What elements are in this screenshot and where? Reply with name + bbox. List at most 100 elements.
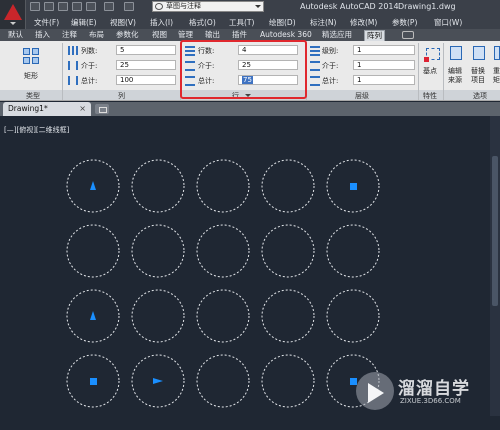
- panel-title-type: 类型: [26, 92, 40, 100]
- reset-matrix-icon[interactable]: [493, 45, 500, 63]
- watermark-subtext: ZIXUE.3D66.COM: [400, 397, 461, 405]
- document-tab[interactable]: Drawing1* ×: [3, 102, 91, 116]
- tab-view[interactable]: 视图: [150, 30, 169, 41]
- vertical-scrollbar[interactable]: [490, 116, 500, 416]
- menu-format[interactable]: 格式(O): [189, 17, 216, 28]
- array-circle[interactable]: [131, 224, 185, 278]
- tab-default[interactable]: 默认: [6, 30, 25, 41]
- reset-matrix-label[interactable]: 重置 矩: [493, 67, 500, 85]
- tab-array[interactable]: 阵列: [364, 30, 385, 41]
- menu-tools[interactable]: 工具(T): [229, 17, 254, 28]
- chevron-down-icon: [255, 5, 261, 8]
- rectangular-button-label[interactable]: 矩形: [24, 71, 38, 81]
- array-circle[interactable]: [196, 354, 250, 408]
- array-circle[interactable]: [326, 224, 380, 278]
- menu-window[interactable]: 窗口(W): [434, 17, 462, 28]
- array-circle[interactable]: [131, 159, 185, 213]
- menu-file[interactable]: 文件(F): [34, 17, 59, 28]
- panel-divider: [443, 43, 444, 100]
- array-circle[interactable]: [196, 159, 250, 213]
- menu-bar: 文件(F) 编辑(E) 视图(V) 插入(I) 格式(O) 工具(T) 绘图(D…: [26, 14, 500, 29]
- app-title: Autodesk AutoCAD 2014: [300, 2, 399, 11]
- base-point-icon[interactable]: [424, 46, 444, 64]
- panel-title-levels: 层级: [355, 92, 369, 100]
- array-circle[interactable]: [261, 159, 315, 213]
- menu-modify[interactable]: 修改(M): [350, 17, 377, 28]
- level-count-icon: [310, 46, 321, 56]
- level-spacing-icon: [310, 61, 321, 71]
- application-menu-button[interactable]: [0, 0, 26, 30]
- redo-icon[interactable]: [124, 2, 134, 11]
- print-icon[interactable]: [86, 2, 96, 11]
- menu-view[interactable]: 视图(V): [110, 17, 136, 28]
- tab-annotate[interactable]: 注释: [60, 30, 79, 41]
- menu-insert[interactable]: 插入(I): [150, 17, 173, 28]
- column-count-label: 列数:: [81, 47, 98, 55]
- save-as-icon[interactable]: [72, 2, 82, 11]
- column-spacing-input[interactable]: 25: [116, 60, 176, 70]
- grip-triangle-up-icon[interactable]: [90, 181, 96, 190]
- array-circle[interactable]: [326, 289, 380, 343]
- level-count-label: 级别:: [322, 47, 339, 55]
- rectangular-array-icon[interactable]: [23, 48, 43, 66]
- panel-title-columns: 列: [118, 92, 125, 100]
- edit-source-icon[interactable]: [449, 45, 463, 63]
- column-spacing-icon: [68, 61, 79, 70]
- level-total-icon: [310, 76, 321, 86]
- grip-triangle-up-icon[interactable]: [90, 311, 96, 320]
- array-circle[interactable]: [196, 289, 250, 343]
- menu-parametric[interactable]: 参数(P): [392, 17, 417, 28]
- tab-featured-apps[interactable]: 精选应用: [320, 30, 354, 41]
- watermark-text: 溜溜自学: [398, 379, 470, 399]
- column-total-icon: [68, 76, 79, 85]
- open-icon[interactable]: [44, 2, 54, 11]
- replace-item-icon[interactable]: [472, 45, 486, 63]
- array-circle[interactable]: [261, 354, 315, 408]
- undo-icon[interactable]: [104, 2, 114, 11]
- title-bar: 草图与注释 Autodesk AutoCAD 2014 Drawing1.dwg: [0, 0, 500, 14]
- level-total-label: 总计:: [322, 77, 339, 85]
- tab-layout[interactable]: 布局: [87, 30, 106, 41]
- autocad-window: 草图与注释 Autodesk AutoCAD 2014 Drawing1.dwg…: [0, 0, 500, 430]
- grip-triangle-right-icon[interactable]: [153, 378, 163, 384]
- column-total-input[interactable]: 100: [116, 75, 176, 85]
- array-circle[interactable]: [131, 289, 185, 343]
- save-icon[interactable]: [58, 2, 68, 11]
- workspace-label: 草图与注释: [166, 2, 201, 10]
- level-total-input[interactable]: 1: [353, 75, 415, 85]
- ribbon-minimize-icon[interactable]: [402, 31, 414, 39]
- autocad-logo-icon: [4, 4, 22, 20]
- replace-item-label[interactable]: 替换 项目: [471, 67, 485, 85]
- array-circle[interactable]: [66, 224, 120, 278]
- column-count-input[interactable]: 5: [116, 45, 176, 55]
- panel-title-properties: 特性: [423, 92, 437, 100]
- level-count-input[interactable]: 1: [353, 45, 415, 55]
- level-spacing-input[interactable]: 1: [353, 60, 415, 70]
- grip-square-icon[interactable]: [350, 183, 357, 190]
- menu-draw[interactable]: 绘图(D): [269, 17, 296, 28]
- workspace-dropdown[interactable]: 草图与注释: [152, 1, 264, 12]
- new-icon[interactable]: [30, 2, 40, 11]
- column-spacing-label: 介于:: [81, 62, 98, 70]
- level-spacing-label: 介于:: [322, 62, 339, 70]
- menu-dimension[interactable]: 标注(N): [310, 17, 336, 28]
- tab-insert[interactable]: 插入: [33, 30, 52, 41]
- scrollbar-thumb[interactable]: [492, 156, 498, 306]
- tab-parametric[interactable]: 参数化: [114, 30, 141, 41]
- column-total-label: 总计:: [81, 77, 98, 85]
- edit-source-label[interactable]: 编辑 来源: [448, 67, 462, 85]
- array-circle[interactable]: [261, 289, 315, 343]
- watermark-logo: [356, 372, 394, 410]
- play-icon: [368, 383, 384, 403]
- array-circle[interactable]: [196, 224, 250, 278]
- new-tab-button[interactable]: [95, 104, 109, 114]
- menu-edit[interactable]: 编辑(E): [71, 17, 97, 28]
- close-icon[interactable]: ×: [79, 102, 86, 115]
- watermark: 溜溜自学 ZIXUE.3D66.COM: [356, 370, 470, 420]
- grip-square-icon[interactable]: [90, 378, 97, 385]
- panel-divider: [62, 43, 63, 100]
- base-point-label[interactable]: 基点: [423, 66, 437, 76]
- array-circle[interactable]: [261, 224, 315, 278]
- gear-icon: [155, 3, 163, 10]
- column-count-icon: [68, 46, 79, 55]
